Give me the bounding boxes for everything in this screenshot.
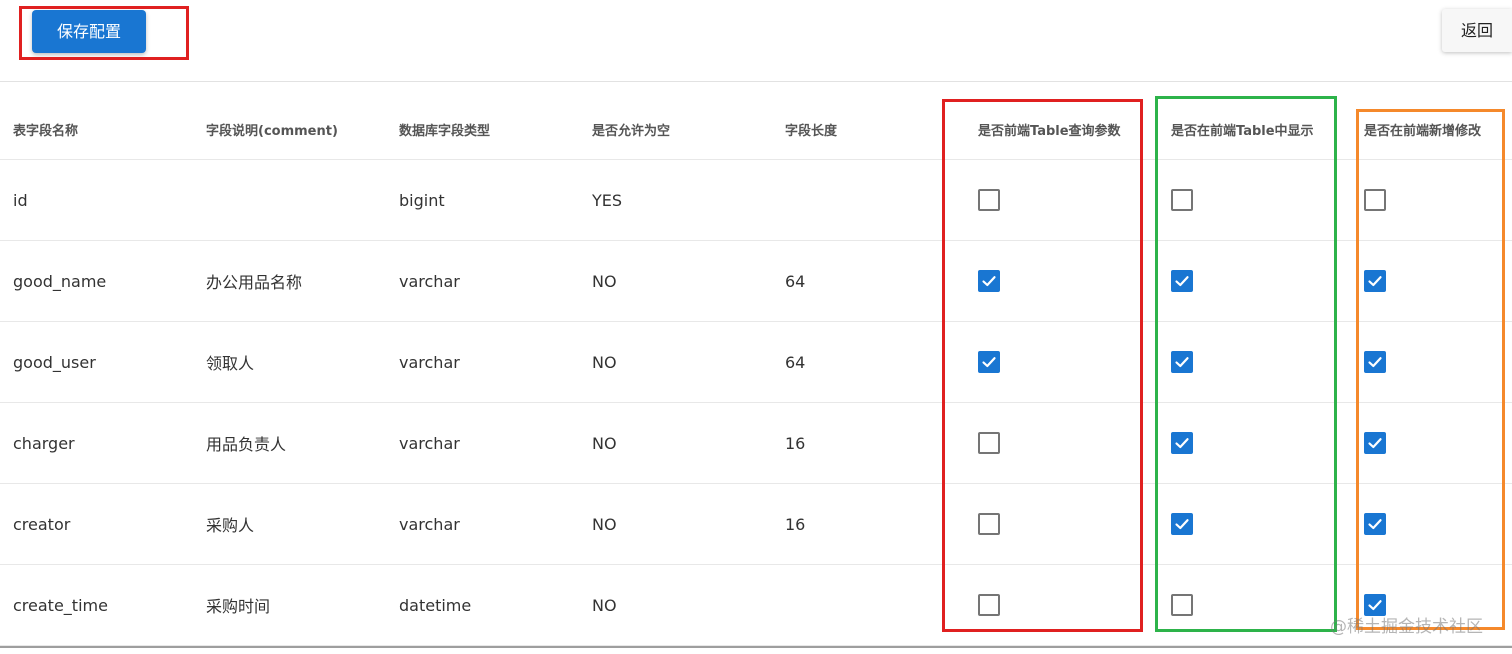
check-icon	[1175, 357, 1189, 368]
checkbox-show-in-table-cell	[1171, 241, 1193, 321]
check-icon	[982, 357, 996, 368]
page: 保存配置 返回 表字段名称 字段说明(comment) 数据库字段类型 是否允许…	[0, 0, 1512, 654]
cell-field-name: good_name	[13, 271, 107, 291]
checkbox-query-param-cell	[978, 403, 1000, 483]
check-icon	[1175, 276, 1189, 287]
cell-db-type: datetime	[399, 595, 472, 615]
column-header-nullable: 是否允许为空	[592, 124, 671, 139]
field-config-table: 表字段名称 字段说明(comment) 数据库字段类型 是否允许为空 字段长度 …	[0, 100, 1512, 646]
cell-length: 64	[785, 352, 806, 372]
cell-db-type: varchar	[399, 514, 460, 534]
column-header-show-in-table: 是否在前端Table中显示	[1171, 124, 1314, 139]
column-header-db-type: 数据库字段类型	[399, 124, 491, 139]
cell-nullable: NO	[592, 433, 617, 453]
cell-field-name: create_time	[13, 595, 108, 615]
column-header-comment: 字段说明(comment)	[206, 124, 338, 139]
cell-comment: 采购时间	[206, 597, 271, 616]
bottom-divider	[0, 646, 1512, 648]
checkbox-show-in-table-cell	[1171, 484, 1193, 564]
checkbox-query-param-cell	[978, 322, 1000, 402]
checkbox-add-edit-cell	[1364, 241, 1386, 321]
checkbox-show-in-table[interactable]	[1171, 351, 1193, 373]
cell-field-name: charger	[13, 433, 75, 453]
checkbox-show-in-table-cell	[1171, 565, 1193, 645]
checkbox-query-param[interactable]	[978, 594, 1000, 616]
save-config-button[interactable]: 保存配置	[32, 10, 146, 53]
cell-nullable: YES	[592, 190, 623, 210]
cell-length: 16	[785, 514, 806, 534]
checkbox-show-in-table[interactable]	[1171, 513, 1193, 535]
cell-nullable: NO	[592, 514, 617, 534]
checkbox-query-param-cell	[978, 241, 1000, 321]
table-row: id bigint YES	[0, 160, 1512, 241]
cell-field-name: id	[13, 190, 28, 210]
table-row: charger 用品负责人 varchar NO 16	[0, 403, 1512, 484]
checkbox-show-in-table-cell	[1171, 322, 1193, 402]
checkbox-show-in-table-cell	[1171, 403, 1193, 483]
check-icon	[982, 276, 996, 287]
column-header-add-edit: 是否在前端新增修改	[1364, 124, 1482, 139]
checkbox-query-param-cell	[978, 160, 1000, 240]
toolbar-divider	[0, 81, 1512, 82]
cell-field-name: good_user	[13, 352, 96, 372]
cell-length: 64	[785, 271, 806, 291]
checkbox-query-param[interactable]	[978, 432, 1000, 454]
checkbox-show-in-table[interactable]	[1171, 594, 1193, 616]
checkbox-add-edit[interactable]	[1364, 432, 1386, 454]
column-header-query-param: 是否前端Table查询参数	[978, 124, 1121, 139]
checkbox-query-param[interactable]	[978, 351, 1000, 373]
checkbox-query-param-cell	[978, 565, 1000, 645]
checkbox-show-in-table[interactable]	[1171, 189, 1193, 211]
back-button[interactable]: 返回	[1442, 9, 1512, 52]
cell-comment: 领取人	[206, 354, 255, 373]
checkbox-add-edit-cell	[1364, 484, 1386, 564]
checkbox-query-param[interactable]	[978, 189, 1000, 211]
checkbox-show-in-table[interactable]	[1171, 270, 1193, 292]
cell-comment: 用品负责人	[206, 435, 287, 454]
checkbox-query-param[interactable]	[978, 270, 1000, 292]
cell-db-type: varchar	[399, 352, 460, 372]
cell-nullable: NO	[592, 271, 617, 291]
table-row: create_time 采购时间 datetime NO	[0, 565, 1512, 646]
table-row: good_name 办公用品名称 varchar NO 64	[0, 241, 1512, 322]
check-icon	[1175, 438, 1189, 449]
checkbox-query-param-cell	[978, 484, 1000, 564]
cell-length: 16	[785, 433, 806, 453]
checkbox-show-in-table[interactable]	[1171, 432, 1193, 454]
cell-nullable: NO	[592, 595, 617, 615]
cell-comment: 采购人	[206, 516, 255, 535]
table-row: creator 采购人 varchar NO 16	[0, 484, 1512, 565]
checkbox-add-edit[interactable]	[1364, 351, 1386, 373]
cell-field-name: creator	[13, 514, 71, 534]
cell-db-type: varchar	[399, 433, 460, 453]
checkbox-add-edit-cell	[1364, 160, 1386, 240]
watermark: @稀土掘金技术社区	[1330, 617, 1483, 637]
table-header-row: 表字段名称 字段说明(comment) 数据库字段类型 是否允许为空 字段长度 …	[0, 100, 1512, 160]
checkbox-add-edit[interactable]	[1364, 189, 1386, 211]
column-header-field-name: 表字段名称	[13, 124, 79, 139]
checkbox-add-edit[interactable]	[1364, 270, 1386, 292]
check-icon	[1368, 600, 1382, 611]
check-icon	[1368, 438, 1382, 449]
checkbox-add-edit-cell	[1364, 322, 1386, 402]
check-icon	[1368, 357, 1382, 368]
check-icon	[1368, 519, 1382, 530]
table-row: good_user 领取人 varchar NO 64	[0, 322, 1512, 403]
check-icon	[1175, 519, 1189, 530]
checkbox-add-edit-cell	[1364, 403, 1386, 483]
column-header-length: 字段长度	[785, 124, 838, 139]
cell-db-type: bigint	[399, 190, 445, 210]
cell-nullable: NO	[592, 352, 617, 372]
table-body: id bigint YES good_name 办公用品名称 varchar NO 64 goo…	[0, 160, 1512, 646]
cell-db-type: varchar	[399, 271, 460, 291]
cell-comment: 办公用品名称	[206, 273, 303, 292]
check-icon	[1368, 276, 1382, 287]
checkbox-add-edit[interactable]	[1364, 513, 1386, 535]
checkbox-show-in-table-cell	[1171, 160, 1193, 240]
checkbox-query-param[interactable]	[978, 513, 1000, 535]
